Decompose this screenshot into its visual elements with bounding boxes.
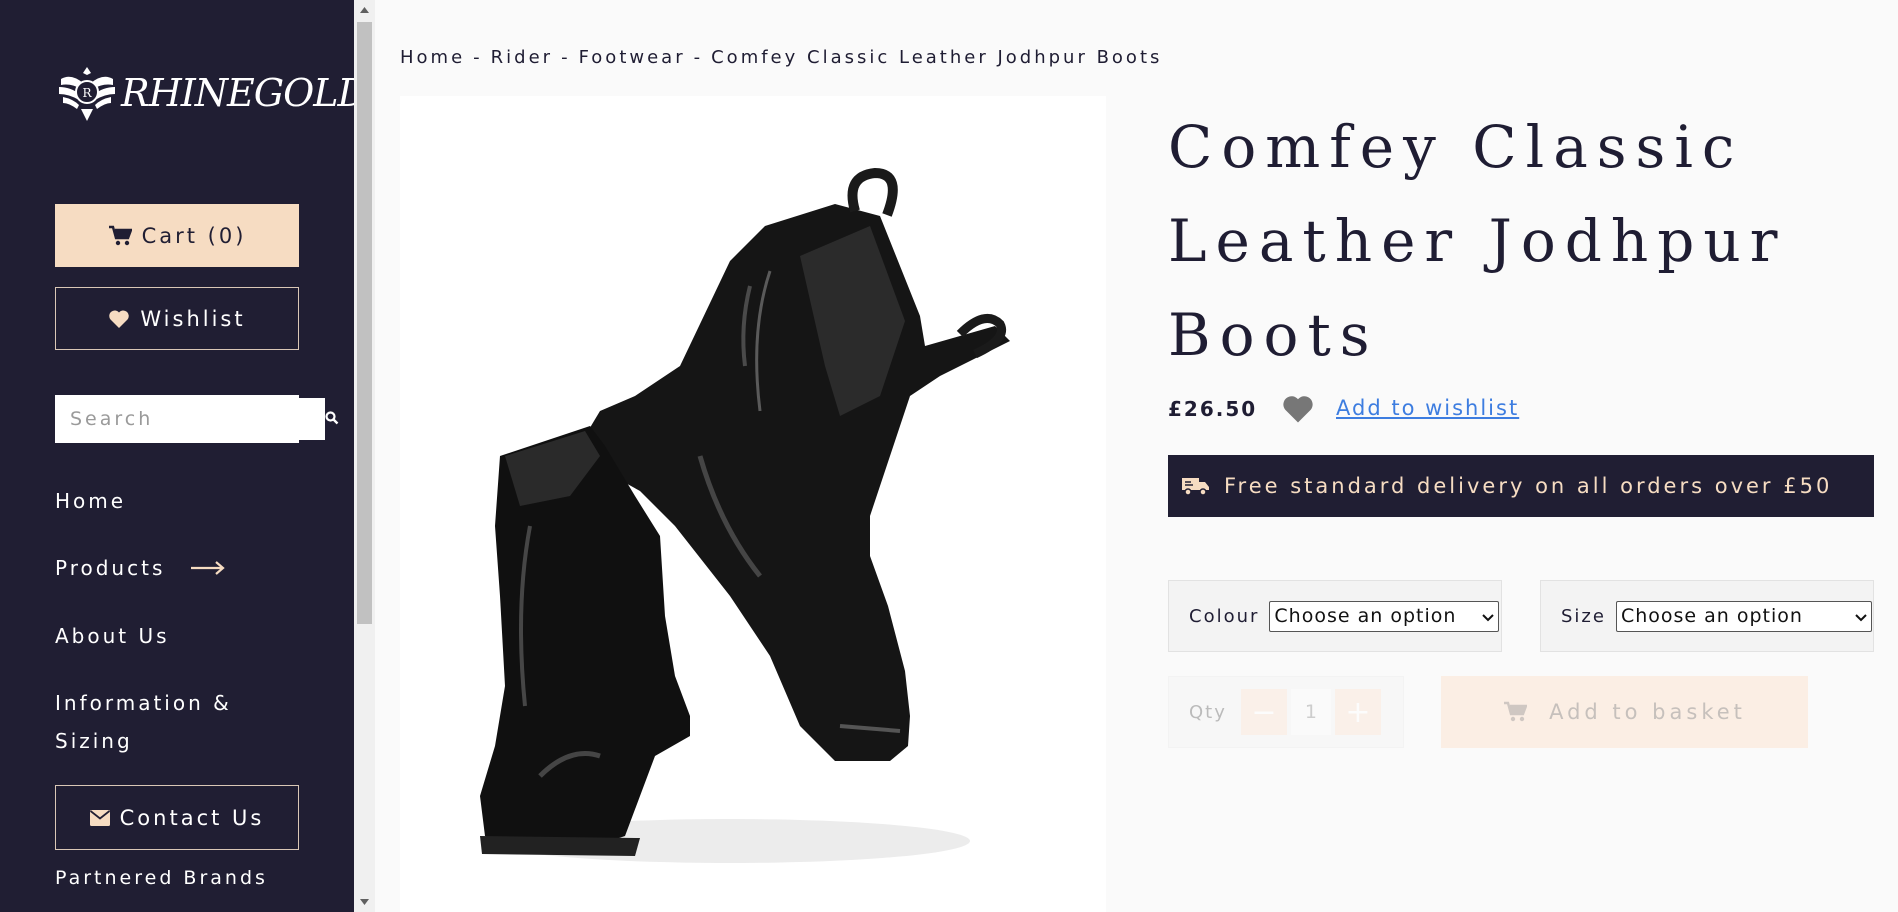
delivery-banner: Free standard delivery on all orders ove… [1168, 455, 1874, 517]
breadcrumb-current: Comfey Classic Leather Jodhpur Boots [711, 47, 1163, 68]
nav-information-sizing[interactable]: Information & Sizing [55, 684, 285, 760]
colour-option: Colour Choose an option [1168, 580, 1502, 652]
product-title: Comfey Classic Leather Jodhpur Boots [1168, 113, 1787, 369]
product-price: £26.50 [1168, 397, 1258, 421]
scroll-down-arrow-icon[interactable] [354, 892, 375, 912]
colour-label: Colour [1189, 605, 1260, 627]
logo-wordmark: RHINEGOLD [121, 71, 354, 115]
add-to-basket-label: Add to basket [1549, 700, 1746, 724]
quantity-stepper: Qty − 1 + [1168, 676, 1404, 748]
scroll-thumb[interactable] [357, 22, 372, 624]
delivery-text: Free standard delivery on all orders ove… [1224, 474, 1833, 498]
cart-icon [108, 225, 132, 247]
qty-input[interactable]: 1 [1290, 689, 1331, 735]
search-input[interactable] [58, 398, 325, 440]
product-image[interactable] [400, 96, 1106, 912]
breadcrumb-separator: - [561, 47, 571, 68]
truck-icon [1182, 475, 1210, 497]
size-option: Size Choose an option [1540, 580, 1874, 652]
colour-select[interactable]: Choose an option [1269, 600, 1500, 632]
cart-icon [1503, 701, 1528, 723]
breadcrumb: Home - Rider - Footwear - Comfey Classic Leath… [400, 47, 1162, 68]
sidebar: R RHINEGOLD ® Cart (0) Wishlist Home Pro… [0, 0, 354, 912]
sidebar-scrollbar[interactable] [354, 0, 375, 912]
search-form [55, 395, 339, 443]
size-select[interactable]: Choose an option [1615, 600, 1872, 632]
chevron-down-icon [1855, 605, 1867, 627]
size-select-value: Choose an option [1620, 605, 1803, 627]
contact-us-button[interactable]: Contact Us [55, 785, 299, 850]
nav-products-label: Products [55, 556, 166, 580]
qty-label: Qty [1189, 701, 1227, 723]
breadcrumb-home[interactable]: Home [400, 47, 465, 68]
search-submit-button[interactable] [325, 400, 339, 438]
breadcrumb-rider[interactable]: Rider [491, 47, 553, 68]
svg-text:R: R [82, 86, 92, 100]
breadcrumb-separator: - [693, 47, 704, 68]
cart-button[interactable]: Cart (0) [55, 204, 299, 267]
brand-logo[interactable]: R RHINEGOLD ® [55, 58, 354, 128]
colour-select-value: Choose an option [1274, 605, 1457, 627]
add-to-basket-button[interactable]: Add to basket [1441, 676, 1808, 748]
breadcrumb-footwear[interactable]: Footwear [579, 47, 686, 68]
breadcrumb-separator: - [473, 47, 483, 68]
nav-home[interactable]: Home [55, 482, 126, 520]
chevron-down-icon [1482, 605, 1495, 627]
qty-increase-button[interactable]: + [1334, 689, 1381, 735]
add-to-wishlist-link[interactable]: Add to wishlist [1336, 396, 1519, 420]
cart-button-label: Cart (0) [141, 223, 247, 248]
wishlist-button[interactable]: Wishlist [55, 287, 299, 350]
heart-icon [108, 309, 130, 329]
nav-partnered-brands[interactable]: Partnered Brands [55, 859, 268, 897]
wishlist-button-label: Wishlist [140, 306, 246, 331]
heart-icon[interactable] [1281, 394, 1315, 424]
search-icon [325, 410, 339, 429]
nav-about-us[interactable]: About Us [55, 617, 170, 655]
scroll-up-arrow-icon[interactable] [354, 0, 375, 20]
contact-us-label: Contact Us [119, 805, 265, 830]
envelope-icon [89, 809, 110, 826]
arrow-right-icon [191, 561, 226, 575]
size-label: Size [1561, 605, 1606, 627]
eagle-crest-icon: R [59, 67, 115, 121]
qty-decrease-button[interactable]: − [1240, 689, 1287, 735]
nav-products[interactable]: Products [55, 549, 226, 587]
